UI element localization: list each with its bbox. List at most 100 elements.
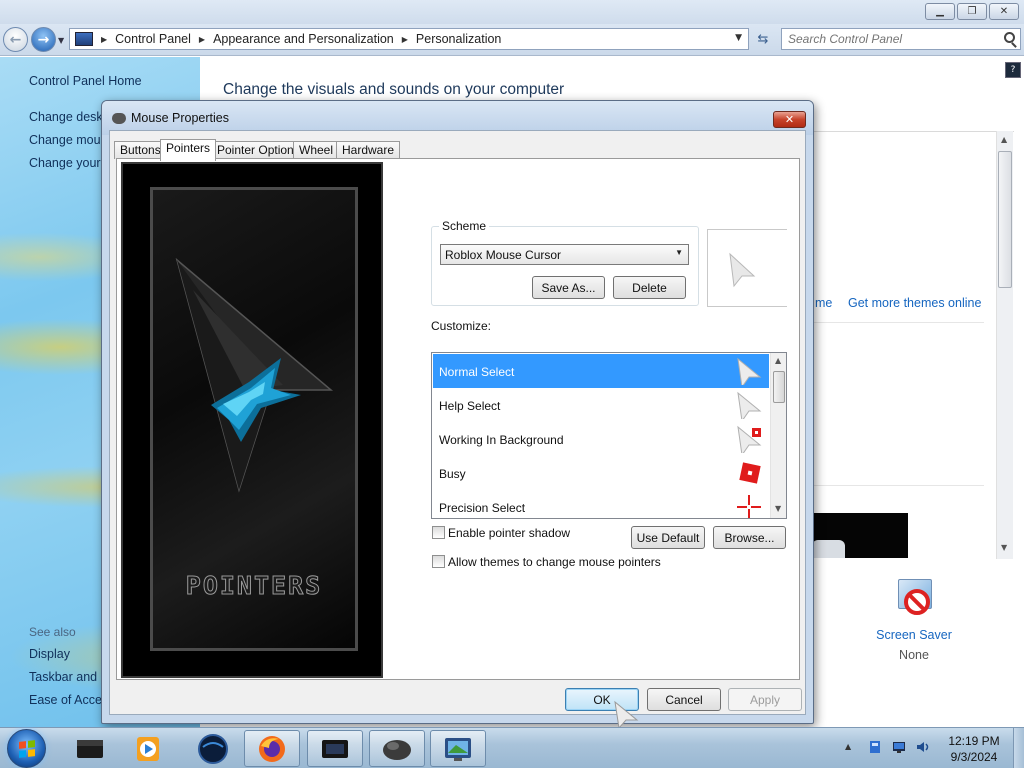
scroll-down-icon[interactable]: ▼ — [775, 504, 781, 513]
forward-button[interactable]: → — [31, 27, 56, 52]
window-titlebar: ▁ ❐ ✕ — [0, 0, 1024, 24]
network-icon[interactable] — [892, 740, 906, 754]
busy-icon — [739, 462, 761, 484]
action-center-icon[interactable] — [868, 740, 882, 754]
sidebar-link-desktop[interactable]: Change deskt — [29, 110, 106, 124]
address-dropdown-icon[interactable]: ▼ — [735, 33, 742, 43]
mouse-icon — [383, 739, 411, 760]
sidebar-link-mouse[interactable]: Change mous — [29, 133, 107, 147]
arrow-icon — [737, 357, 762, 385]
tab-wheel[interactable]: Wheel — [293, 141, 340, 159]
search-box[interactable] — [781, 28, 1021, 50]
window-close-button[interactable]: ✕ — [989, 3, 1019, 20]
list-item-normal-select[interactable]: Normal Select — [433, 354, 769, 388]
restore-button[interactable]: ❐ — [957, 3, 987, 20]
scroll-up-icon[interactable]: ▲ — [775, 356, 781, 365]
screen-saver-setting[interactable]: Screen Saver None — [868, 577, 960, 662]
screen-saver-label[interactable]: Screen Saver — [868, 628, 960, 642]
sidebar-link-display[interactable]: Display — [29, 647, 70, 661]
sidebar-link-control-panel-home[interactable]: Control Panel Home — [29, 74, 142, 88]
list-item-busy[interactable]: Busy — [433, 456, 769, 490]
scheme-dropdown[interactable]: Roblox Mouse Cursor ▼ — [440, 244, 689, 265]
allow-themes-label[interactable]: Allow themes to change mouse pointers — [448, 555, 661, 569]
save-as-button[interactable]: Save As... — [532, 276, 605, 299]
use-default-button[interactable]: Use Default — [631, 526, 705, 549]
mouse-pointer-icon — [614, 700, 639, 730]
scroll-up-icon[interactable]: ▲ — [1001, 135, 1007, 144]
window-icon — [322, 739, 348, 758]
volume-icon[interactable] — [916, 740, 930, 754]
tab-buttons[interactable]: Buttons — [114, 141, 167, 159]
breadcrumb-separator-icon[interactable]: ▶ — [101, 35, 107, 44]
address-bar[interactable]: ▶ Control Panel ▶ Appearance and Persona… — [69, 28, 749, 50]
system-clock[interactable]: 12:19 PM 9/3/2024 — [938, 733, 1010, 765]
theme-thumbnail-tab — [812, 540, 845, 558]
crosshair-icon — [737, 495, 761, 518]
get-more-themes-link[interactable]: Get more themes online — [848, 296, 981, 310]
minimize-button[interactable]: ▁ — [925, 3, 955, 20]
see-also-heading: See also — [29, 625, 76, 639]
cursor-artwork — [175, 257, 334, 493]
cursor-name: Working In Background — [439, 433, 564, 447]
list-item-working-in-background[interactable]: Working In Background — [433, 422, 769, 456]
cursor-list-scrollbar[interactable]: ▲ ▼ — [770, 353, 786, 518]
enable-pointer-shadow-checkbox[interactable] — [432, 526, 445, 539]
taskbar-app-mouse[interactable] — [369, 730, 425, 767]
scroll-down-icon[interactable]: ▼ — [1001, 543, 1007, 552]
recent-pages-dropdown-icon[interactable]: ▼ — [58, 36, 64, 45]
taskbar-app-firefox[interactable] — [244, 730, 300, 767]
navigation-bar: ← → ▼ ▶ Control Panel ▶ Appearance and P… — [0, 24, 1024, 56]
mouse-icon — [112, 113, 126, 124]
sidebar-link-ease-of-access[interactable]: Ease of Acces — [29, 693, 108, 707]
breadcrumb-control-panel[interactable]: Control Panel — [115, 32, 191, 46]
taskbar-app-explorer[interactable] — [62, 730, 118, 767]
browse-button[interactable]: Browse... — [713, 526, 786, 549]
scheme-preview-card: POINTERS — [150, 187, 358, 651]
tab-hardware[interactable]: Hardware — [336, 141, 401, 159]
dialog-close-button[interactable]: ✕ — [773, 111, 806, 128]
divider — [812, 322, 984, 323]
allow-themes-checkbox[interactable] — [432, 555, 445, 568]
search-input[interactable] — [788, 32, 998, 46]
refresh-icon: ⇆ — [757, 31, 769, 47]
themes-scrollbar[interactable]: ▲ ▼ — [996, 131, 1013, 559]
scrollbar-thumb[interactable] — [773, 371, 785, 403]
sidebar-link-taskbar[interactable]: Taskbar and S — [29, 670, 109, 684]
chevron-down-icon[interactable]: ▼ — [675, 248, 683, 257]
cursor-preview-box — [707, 229, 787, 307]
cancel-button[interactable]: Cancel — [647, 688, 721, 711]
help-icon[interactable]: ? — [1005, 62, 1021, 78]
start-button[interactable] — [7, 729, 46, 768]
screen-saver-icon — [894, 577, 934, 619]
tab-pointer-options[interactable]: Pointer Options — [211, 141, 306, 159]
apply-button[interactable]: Apply — [728, 688, 802, 711]
list-item-help-select[interactable]: Help Select — [433, 388, 769, 422]
scheme-label: Scheme — [439, 219, 490, 233]
show-desktop-button[interactable] — [1013, 728, 1024, 768]
breadcrumb-appearance[interactable]: Appearance and Personalization — [213, 32, 394, 46]
close-icon: ✕ — [999, 6, 1009, 17]
scrollbar-thumb[interactable] — [998, 151, 1012, 288]
tab-pointers[interactable]: Pointers — [160, 139, 217, 161]
sidebar-link-account[interactable]: Change your — [29, 156, 101, 170]
back-button[interactable]: ← — [3, 27, 28, 52]
refresh-button[interactable]: ⇆ — [752, 28, 774, 50]
restore-icon: ❐ — [967, 6, 977, 17]
taskbar-app-globe[interactable] — [185, 730, 241, 767]
delete-button[interactable]: Delete — [613, 276, 686, 299]
breadcrumb-personalization[interactable]: Personalization — [416, 32, 501, 46]
taskbar-app-media-player[interactable] — [120, 730, 176, 767]
cursor-list[interactable]: Normal Select Help Select Working In Bac… — [431, 352, 787, 519]
show-hidden-icons-button[interactable]: ▲ — [845, 742, 851, 751]
breadcrumb-separator-icon[interactable]: ▶ — [402, 35, 408, 44]
cursor-name: Normal Select — [439, 365, 515, 379]
cursor-name: Help Select — [439, 399, 501, 413]
list-item-precision-select[interactable]: Precision Select — [433, 490, 769, 518]
search-icon[interactable] — [1004, 32, 1015, 43]
taskbar-app-control-panel[interactable] — [430, 730, 486, 767]
theme-link-partial[interactable]: me — [815, 296, 832, 310]
enable-pointer-shadow-label[interactable]: Enable pointer shadow — [448, 526, 570, 540]
taskbar-app-window[interactable] — [307, 730, 363, 767]
breadcrumb-separator-icon[interactable]: ▶ — [199, 35, 205, 44]
control-panel-icon — [75, 32, 93, 46]
